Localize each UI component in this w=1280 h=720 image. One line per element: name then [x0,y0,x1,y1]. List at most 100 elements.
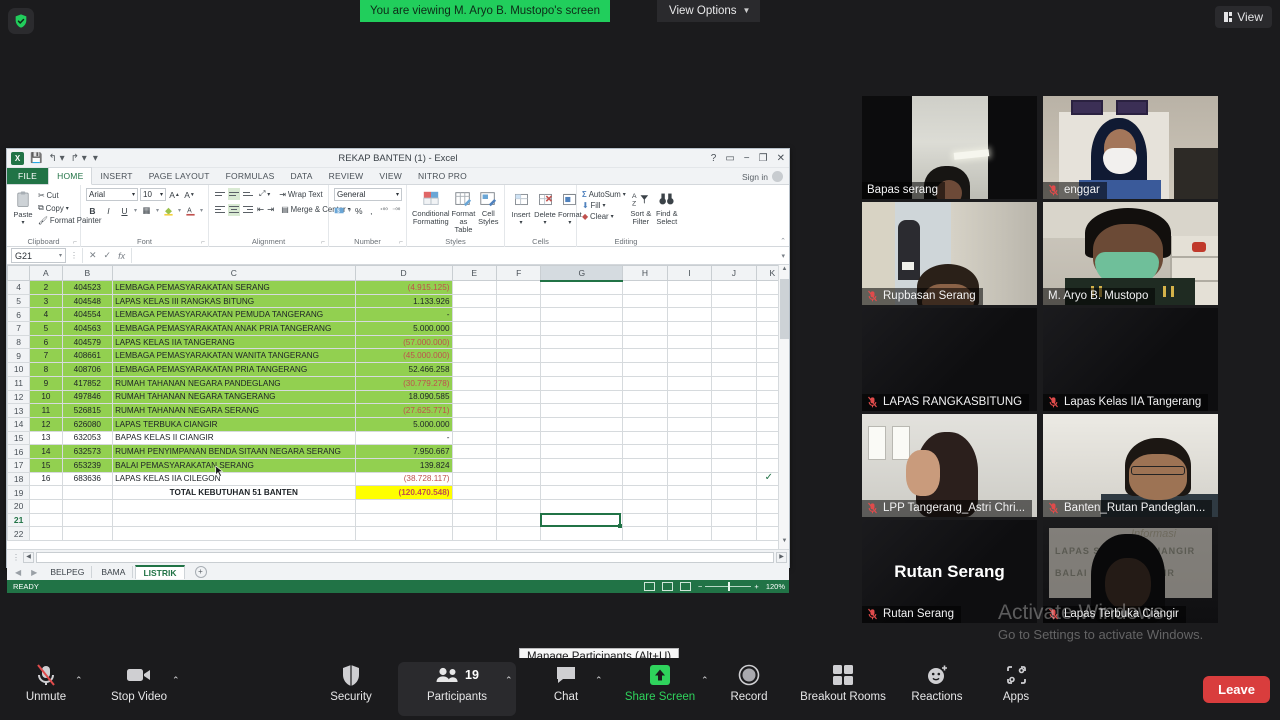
cell-C[interactable]: LAPAS KELAS IIA CILEGON [112,471,356,487]
cell-I[interactable] [666,362,713,377]
cell-H[interactable] [622,416,668,432]
cell-E[interactable] [451,444,497,459]
cell-C[interactable]: LEMBAGA PEMASYARAKATAN WANITA TANGERANG [112,348,356,364]
cell-B[interactable] [61,512,114,528]
table-row[interactable]: 15 13 632053 BAPAS KELAS II CIANGIR - [7,430,789,446]
row-header[interactable]: 10 [7,362,31,377]
cell-G[interactable] [540,471,624,487]
table-row[interactable]: 12 10 497846 RUMAH TAHANAN NEGARA TANGERANG… [7,389,789,405]
cell-E[interactable] [451,280,497,295]
tab-file[interactable]: FILE [7,168,49,184]
cell-J[interactable] [711,321,757,336]
cell-I[interactable] [666,416,713,432]
cell-C[interactable]: LEMBAGA PEMASYARAKATAN PEMUDA TANGERANG [112,307,356,323]
cell-F[interactable] [495,293,542,309]
cell-B[interactable]: 632053 [61,430,114,446]
cell-A[interactable] [29,512,63,528]
align-left-button[interactable] [214,204,226,216]
cell-B[interactable]: 683636 [61,471,114,487]
cell-G[interactable] [540,430,624,446]
cell-I[interactable] [666,389,713,405]
table-row[interactable]: 6 4 404554 LEMBAGA PEMASYARAKATAN PEMUDA TA… [7,307,789,323]
vertical-scroll-thumb[interactable] [780,279,789,339]
row-header[interactable]: 12 [7,389,31,405]
row-header[interactable]: 21 [7,512,31,528]
cell-F[interactable] [495,280,542,295]
cell-E[interactable] [451,307,497,323]
cell-H[interactable] [622,389,668,405]
restore-icon[interactable]: ❐ [759,153,768,164]
spreadsheet-grid[interactable]: A B C D E F G H I J K 4 2 404523 LEMBAGA PE… [7,265,789,549]
formula-action-buttons[interactable]: ✕ ✓ fx [82,248,133,263]
cell-G[interactable] [540,389,624,405]
cell-H[interactable] [622,334,668,350]
wrap-text-button[interactable]: ⇥ Wrap Text [279,190,322,199]
dialog-launcher-icon[interactable]: ⌐ [321,239,325,246]
tab-review[interactable]: REVIEW [321,168,372,184]
row-header[interactable]: 13 [7,403,31,418]
video-tile-lapas-rangkasbitung[interactable]: LAPAS RANGKASBITUNG [862,308,1037,411]
find-select-button[interactable]: Find & Select [656,188,678,226]
cell-F[interactable] [495,307,542,323]
row-header[interactable]: 20 [7,499,31,514]
cell-G[interactable] [540,485,624,500]
cell-C[interactable] [112,512,356,528]
cell-I[interactable] [666,321,713,336]
cell-I[interactable] [666,526,713,542]
font-color-button[interactable]: A [184,204,197,217]
cell-H[interactable] [622,457,668,473]
cell-D[interactable]: 139.824 [354,457,453,473]
horizontal-scrollbar[interactable]: ⋮ ◀ ▶ [7,549,789,564]
cell-H[interactable] [622,403,668,418]
tab-nitro-pro[interactable]: NITRO PRO [410,168,475,184]
number-format-select[interactable]: General ▾ [334,188,402,201]
scroll-down-button[interactable]: ▼ [780,538,789,548]
cell-J[interactable] [711,375,757,391]
col-header-B[interactable]: B [61,265,114,281]
underline-button[interactable]: U [118,204,131,217]
cell-D[interactable]: (27.625.771) [354,403,453,418]
cell-B[interactable]: 653239 [61,457,114,473]
align-center-button[interactable] [228,203,240,216]
cell-C[interactable] [112,499,356,514]
row-header[interactable]: 11 [7,375,31,391]
cell-F[interactable] [495,499,542,514]
dialog-launcher-icon[interactable]: ⌐ [201,239,205,246]
undo-icon[interactable]: ↰ ▾ [48,153,64,164]
leave-button[interactable]: Leave [1203,676,1270,703]
tab-data[interactable]: DATA [282,168,320,184]
cell-J[interactable] [711,293,757,309]
align-middle-button[interactable] [228,188,240,200]
cell-C[interactable]: RUMAH PENYIMPANAN BENDA SITAAN NEGARA SE… [112,444,356,459]
cell-B[interactable]: 408661 [61,348,114,364]
table-row[interactable]: 17 15 653239 BALAI PEMASYARAKATAN SERANG 139… [7,457,789,473]
save-icon[interactable]: 💾 [30,153,42,164]
cell-J[interactable] [711,403,757,418]
conditional-formatting-button[interactable]: Conditional Formatting [412,188,450,234]
cell-I[interactable] [666,375,713,391]
format-as-table-button[interactable]: Format as Table [452,188,475,234]
row-header[interactable]: 14 [7,416,31,432]
align-bottom-button[interactable] [242,188,254,200]
video-tile-rupbasan-serang[interactable]: Rupbasan Serang [862,202,1037,305]
col-header-E[interactable]: E [451,265,497,281]
cell-D[interactable]: 5.000.000 [354,416,453,432]
video-tile-lpp-tangerang-astri[interactable]: LPP Tangerang_Astri Chri... [862,414,1037,517]
cell-styles-button[interactable]: Cell Styles [477,188,499,234]
cell-B[interactable]: 626080 [61,416,114,432]
decrease-indent-button[interactable]: ⇤ [257,203,264,216]
video-options-chevron-icon[interactable]: ⌃ [172,675,180,686]
cell-I[interactable] [666,430,713,446]
cell-C[interactable]: RUMAH TAHANAN NEGARA TANGERANG [112,389,356,405]
cell-F[interactable] [495,485,542,500]
cell-G[interactable] [540,362,624,377]
video-tile-m-aryo-b-mustopo[interactable]: M. Aryo B. Mustopo [1043,202,1218,305]
cell-G[interactable] [540,403,624,418]
col-header-D[interactable]: D [354,265,453,281]
cell-A[interactable]: 15 [29,457,63,473]
tab-insert[interactable]: INSERT [92,168,140,184]
table-row[interactable]: 8 6 404579 LAPAS KELAS IIA TANGERANG (57.000… [7,334,789,350]
cell-H[interactable] [622,430,668,446]
cell-J[interactable] [711,416,757,432]
video-tile-lapas-kelas-iia-tangerang[interactable]: Lapas Kelas IIA Tangerang [1043,308,1218,411]
